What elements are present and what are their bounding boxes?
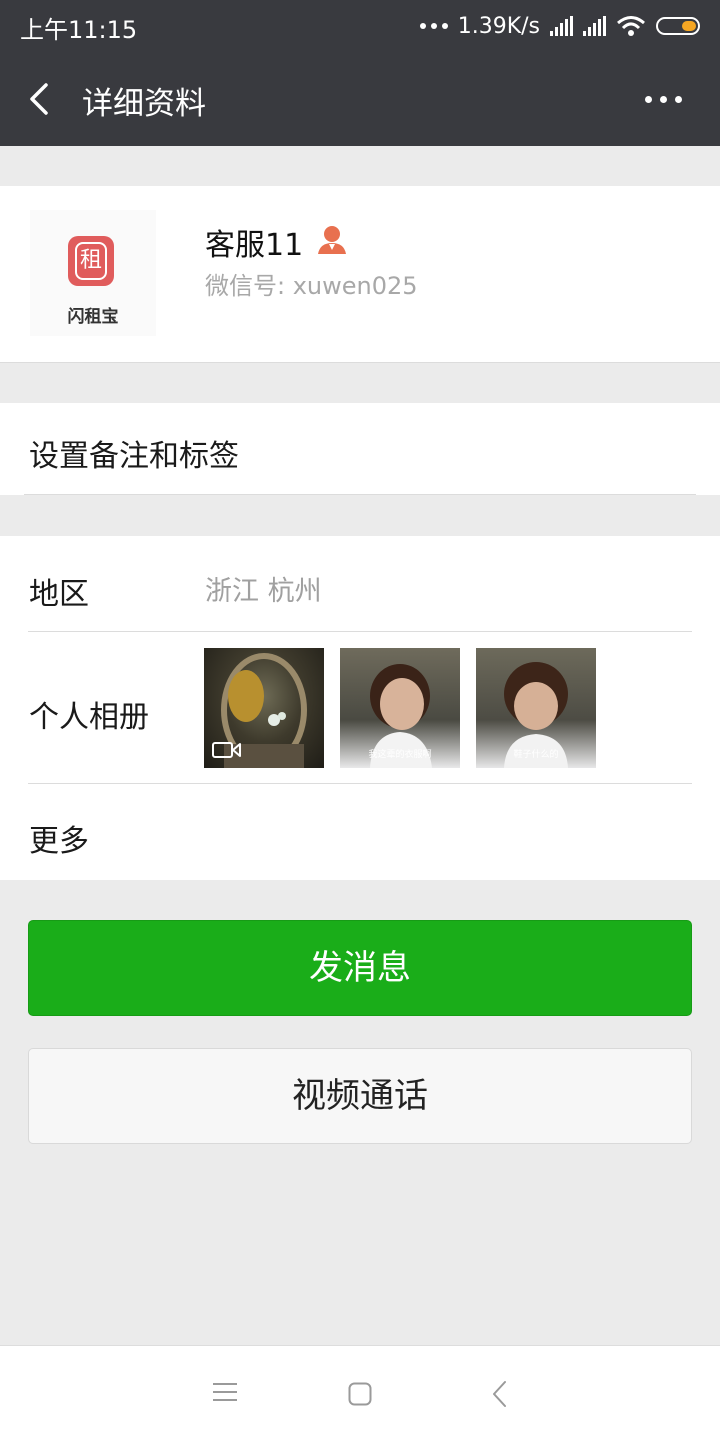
photo-caption: 鞋子什么的 — [513, 750, 559, 760]
menu-icon[interactable] — [212, 1382, 238, 1402]
home-icon[interactable] — [348, 1382, 372, 1406]
page-title: 详细资料 — [82, 86, 206, 122]
system-nav-bar — [0, 1345, 720, 1441]
album-photo[interactable] — [204, 648, 324, 768]
photo-caption: 我这辈的衣服啊 — [368, 750, 432, 760]
notification-dots-icon — [419, 23, 448, 29]
more-dots-icon[interactable] — [645, 96, 682, 103]
signal-icon — [550, 16, 573, 36]
title-bar: 详细资料 — [0, 52, 720, 146]
person-icon — [318, 226, 346, 254]
send-message-button[interactable]: 发消息 — [28, 920, 692, 1016]
region-value: 浙江 杭州 — [205, 576, 322, 607]
video-call-button[interactable]: 视频通话 — [28, 1048, 692, 1144]
status-bar: 上午11:15 1.39K/s — [0, 0, 720, 52]
set-remark-label: 设置备注和标签 — [29, 439, 239, 474]
status-time: 上午11:15 — [20, 16, 138, 44]
avatar-logo: 租 — [68, 236, 114, 286]
wifi-icon — [617, 16, 645, 36]
battery-icon — [656, 17, 700, 35]
divider — [24, 494, 696, 495]
status-indicators: 1.39K/s — [419, 10, 700, 42]
album-photo[interactable]: 我这辈的衣服啊 — [340, 648, 460, 768]
avatar[interactable]: 租 闪租宝 — [30, 210, 156, 336]
more-label: 更多 — [29, 824, 89, 859]
album-label: 个人相册 — [29, 700, 149, 735]
signal-icon-2 — [583, 16, 606, 36]
chevron-left-icon[interactable] — [24, 79, 64, 119]
divider — [28, 783, 692, 784]
profile-card: 租 闪租宝 客服11 微信号: xuwen025 — [0, 186, 720, 363]
back-icon[interactable] — [490, 1380, 510, 1408]
avatar-brand-text: 闪租宝 — [67, 307, 119, 327]
wechat-id: 微信号: xuwen025 — [205, 272, 418, 300]
network-speed: 1.39K/s — [457, 13, 540, 39]
video-camera-icon — [212, 742, 241, 758]
set-remark-row[interactable]: 设置备注和标签 — [0, 403, 720, 495]
contact-name: 客服11 — [205, 228, 304, 263]
album-photo[interactable]: 鞋子什么的 — [476, 648, 596, 768]
divider — [28, 631, 692, 632]
info-section: 地区 浙江 杭州 个人相册 我这辈的衣服啊 鞋子什么的 更多 — [0, 536, 720, 880]
region-label: 地区 — [29, 577, 89, 612]
